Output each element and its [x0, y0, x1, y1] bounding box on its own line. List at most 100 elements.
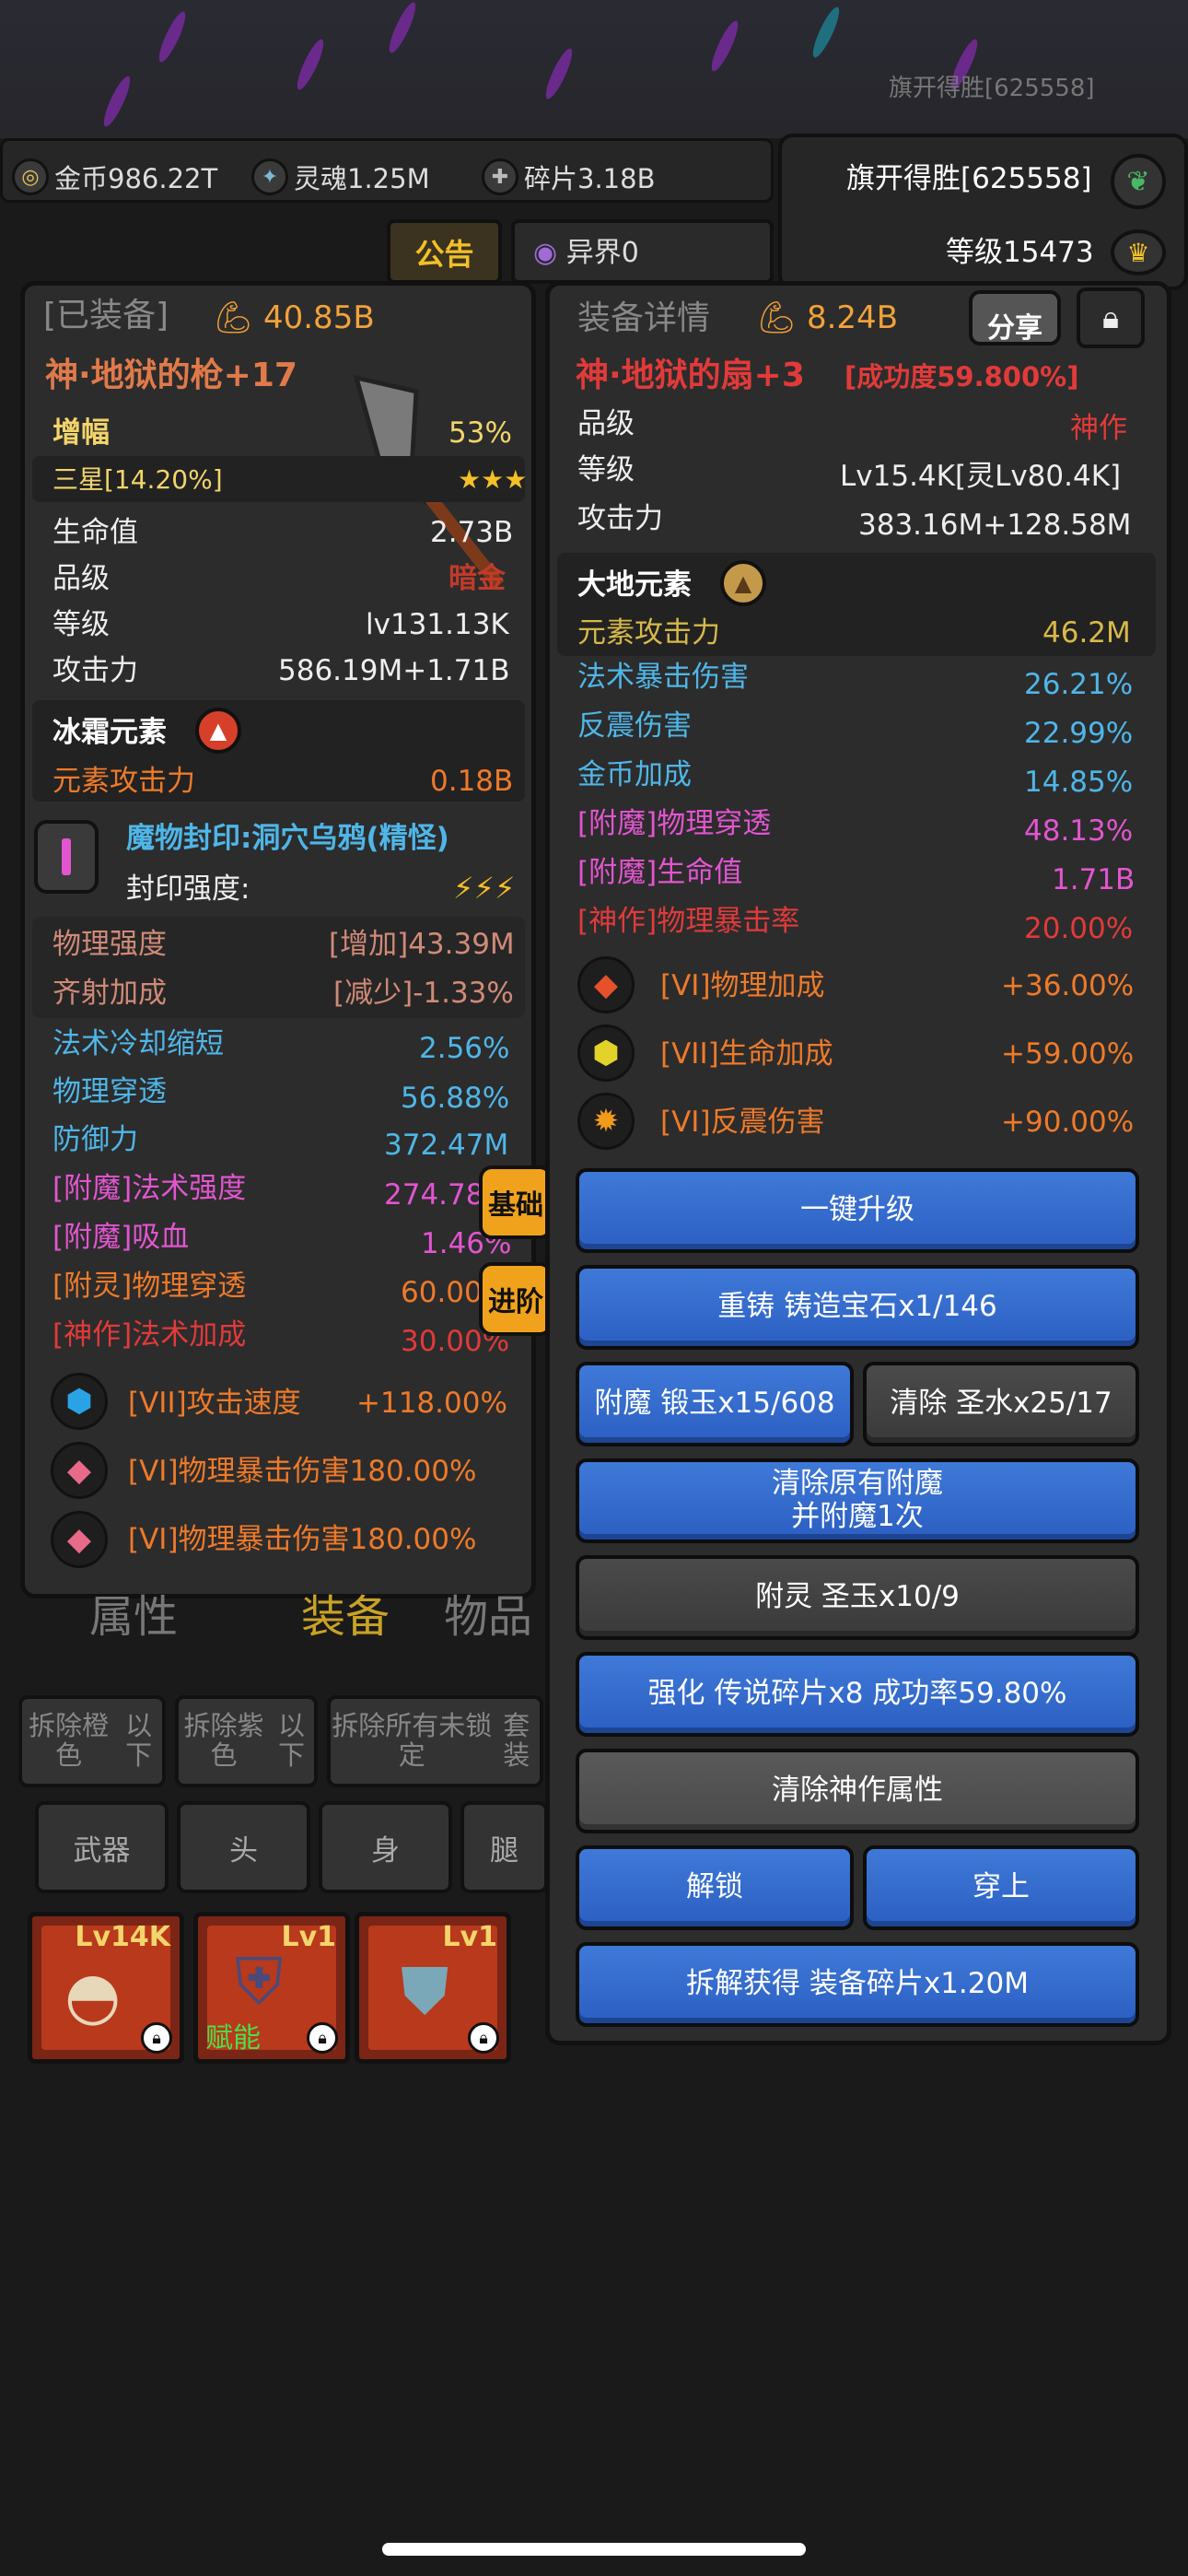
muscle-icon: 💪︎	[757, 299, 798, 336]
player-level: 等级15473	[946, 236, 1094, 269]
filter-label: 拆除橙色	[29, 1710, 110, 1771]
home-indicator[interactable]	[382, 2543, 806, 2556]
seal-stat-value: [增加]43.39M	[329, 928, 515, 961]
unlock-button[interactable]: 解锁	[576, 1845, 854, 1930]
seal-stat-label: 物理强度	[52, 928, 167, 961]
soul-currency: ✦ 灵魂1.25M	[251, 158, 430, 196]
equipment-card[interactable]: ⛊ Lv1 🔒︎	[355, 1912, 511, 2064]
gem-label: [VI]物理暴击伤害180.00%	[128, 1523, 477, 1556]
detail-stat-value: 26.21%	[1024, 668, 1134, 701]
card-level: Lv14K	[75, 1921, 170, 1953]
share-button[interactable]: 分享	[969, 290, 1061, 345]
grade-value: 暗金	[448, 562, 506, 595]
detail-gem-label: [VI]物理加成	[660, 969, 825, 1002]
filter-label: 以下	[277, 1710, 305, 1771]
wear-button[interactable]: 穿上	[863, 1845, 1139, 1930]
stat-value: 60.00	[401, 1276, 483, 1309]
lock-icon: 🔒︎	[307, 2022, 338, 2054]
item-detail-panel: 装备详情 💪︎ 8.24B 分享 🔒︎ 神·地狱的扇+3 [成功度59.800%…	[545, 281, 1171, 2045]
armor-icon: ⛨	[235, 1944, 284, 2020]
attack-value: 586.19M+1.71B	[278, 654, 510, 687]
detail-attack-value: 383.16M+128.58M	[858, 509, 1132, 542]
boost-value: 53%	[448, 416, 512, 450]
star-label: 三星[14.20%]	[52, 464, 223, 495]
detail-gem-value: +59.00%	[1001, 1037, 1135, 1071]
stat-label: [附灵]物理穿透	[52, 1270, 247, 1303]
detail-attack-label: 攻击力	[577, 502, 663, 535]
slot-head[interactable]: 头	[177, 1801, 310, 1893]
seal-icon	[34, 820, 99, 894]
filter-label: 拆除所有未锁定	[332, 1710, 493, 1771]
detail-gem-value: +90.00%	[1001, 1106, 1135, 1139]
tab-items[interactable]: 物品	[414, 1580, 562, 1663]
equipment-card[interactable]: ◓ Lv14K 🔒︎	[28, 1912, 184, 2064]
chest-armor-icon: ⛊	[401, 1953, 449, 2029]
detail-power-value: 8.24B	[806, 299, 899, 336]
stat-label: 物理穿透	[52, 1075, 167, 1108]
dismantle-unlocked-sets-button[interactable]: 拆除所有未锁定 套装	[327, 1695, 543, 1787]
earth-element-icon: ▲	[720, 560, 766, 606]
clear-enchant-line2: 并附魔1次	[791, 1500, 924, 1533]
seal-strength-icon: ⚡⚡⚡	[453, 871, 516, 906]
spirit-button[interactable]: 附灵 圣玉x10/9	[576, 1555, 1139, 1640]
leaf-icon[interactable]: ❦	[1111, 154, 1166, 209]
lock-icon[interactable]: 🔒︎	[1077, 287, 1145, 348]
detail-stat-value: 20.00%	[1024, 912, 1134, 945]
clear-button[interactable]: 清除 圣水x25/17	[863, 1362, 1139, 1446]
detail-gem-label: [VII]生命加成	[660, 1037, 833, 1071]
card-level: Lv1	[281, 1921, 336, 1953]
clear-enchant-line1: 清除原有附魔	[772, 1467, 943, 1501]
equipped-power-value: 40.85B	[262, 299, 375, 336]
muscle-icon: 💪︎	[214, 299, 254, 336]
filter-label: 拆除紫色	[183, 1710, 264, 1771]
one-click-upgrade-button[interactable]: 一键升级	[576, 1168, 1139, 1253]
enchant-button[interactable]: 附魔 锻玉x15/608	[576, 1362, 854, 1446]
pink-diamond-icon: ◆	[51, 1442, 108, 1499]
stat-label: [附魔]法术强度	[52, 1172, 247, 1205]
slot-legs[interactable]: 腿	[460, 1801, 548, 1893]
seal-stat-value: [减少]-1.33%	[333, 977, 514, 1010]
detail-power: 💪︎ 8.24B	[757, 302, 898, 334]
equipped-header: [已装备]	[43, 297, 169, 334]
shard-icon: ✚	[482, 158, 518, 195]
tab-attributes[interactable]: 属性	[37, 1580, 230, 1663]
seal-name: 魔物封印:洞穴乌鸦(精怪)	[126, 822, 449, 855]
player-panel[interactable]: 旗开得胜[625558] ❦ 等级15473 ♛	[778, 134, 1188, 290]
element-attack-label: 元素攻击力	[52, 765, 195, 798]
player-name: 旗开得胜[625558]	[846, 162, 1092, 195]
detail-stat-label: 反震伤害	[577, 709, 692, 743]
detail-element-attack-value: 46.2M	[1042, 616, 1131, 650]
dismantle-button[interactable]: 拆解获得 装备碎片x1.20M	[576, 1942, 1139, 2027]
fan-icon: ◓	[64, 1958, 122, 2033]
detail-stat-value: 22.99%	[1024, 717, 1134, 750]
dismantle-orange-button[interactable]: 拆除橙色 以下	[18, 1695, 166, 1787]
slot-body[interactable]: 身	[319, 1801, 452, 1893]
orange-sun-icon: ✹	[577, 1093, 635, 1150]
detail-item-name: 神·地狱的扇+3	[576, 357, 805, 394]
notice-button[interactable]: 公告	[387, 219, 502, 284]
seal-strength-label: 封印强度:	[126, 872, 250, 906]
otherworld-button[interactable]: ◉ 异界0	[511, 219, 774, 284]
gold-currency: ◎ 金币986.22T	[12, 158, 217, 196]
equipped-power: 💪︎ 40.85B	[214, 302, 375, 334]
strengthen-button[interactable]: 强化 传说碎片x8 成功率59.80%	[576, 1652, 1139, 1737]
stat-label: 法术冷却缩短	[52, 1027, 224, 1060]
blue-crystal-icon: ⬢	[51, 1373, 108, 1430]
crown-icon[interactable]: ♛	[1111, 229, 1166, 275]
recast-button[interactable]: 重铸 铸造宝石x1/146	[576, 1265, 1139, 1350]
tab-equipment[interactable]: 装备	[249, 1580, 442, 1663]
slot-weapon[interactable]: 武器	[35, 1801, 169, 1893]
dismantle-purple-button[interactable]: 拆除紫色 以下	[175, 1695, 318, 1787]
card-level: Lv1	[442, 1921, 497, 1953]
lock-icon: 🔒︎	[468, 2022, 499, 2054]
clear-enchant-button[interactable]: 清除原有附魔 并附魔1次	[576, 1458, 1139, 1543]
seal-stat-label: 齐射加成	[52, 977, 167, 1010]
player-watermark: 旗开得胜[625558]	[889, 75, 1095, 102]
stat-value: 372.47M	[384, 1129, 509, 1162]
gold-coin-icon: ◎	[12, 158, 49, 195]
hp-label: 生命值	[52, 516, 138, 549]
tab-advanced[interactable]: 进阶	[479, 1262, 553, 1336]
equipment-card[interactable]: ⛨ Lv1 赋能 🔒︎	[193, 1912, 350, 2064]
clear-god-attribute-button[interactable]: 清除神作属性	[576, 1749, 1139, 1833]
tab-basic[interactable]: 基础	[479, 1165, 553, 1239]
